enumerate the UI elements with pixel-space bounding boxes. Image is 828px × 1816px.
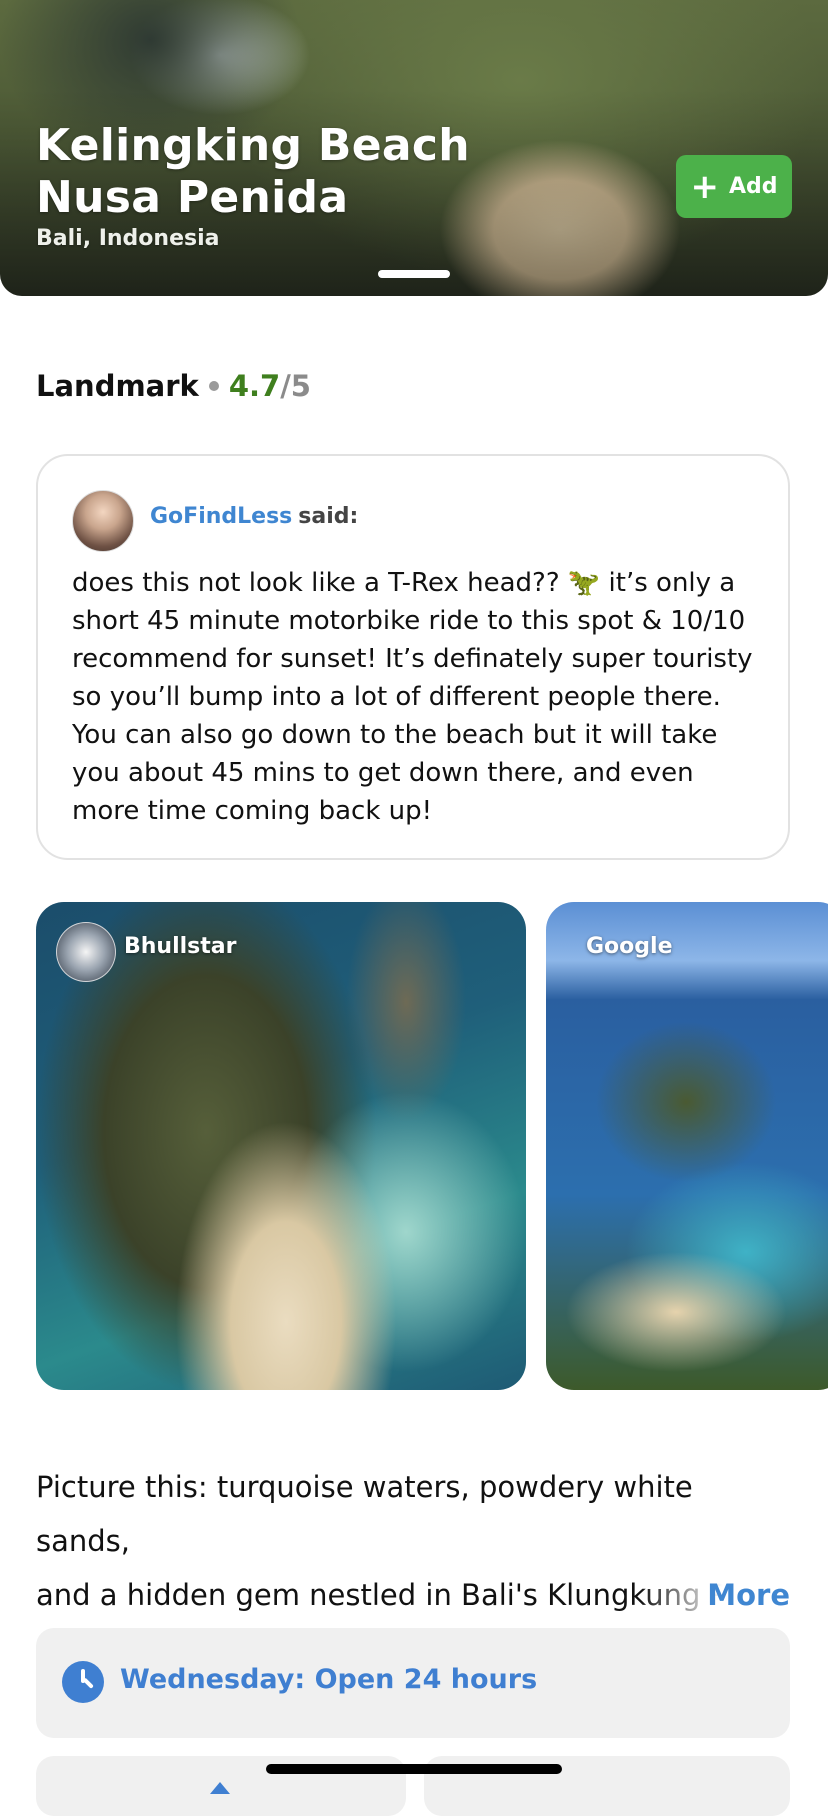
quote-text: does this not look like a T-Rex head?? 🦖… [72, 568, 753, 826]
avatar[interactable] [72, 490, 134, 552]
place-location: Bali, Indonesia [36, 226, 220, 251]
quote-username[interactable]: GoFindLess [150, 504, 292, 529]
place-title-line1: Kelingking Beach [36, 120, 470, 171]
clock-icon [62, 1661, 104, 1703]
user-quote-card: GoFindLess said: does this not look like … [36, 454, 790, 860]
place-title: Kelingking Beach Nusa Penida [36, 120, 556, 224]
hours-text: Wednesday: Open 24 hours [120, 1664, 538, 1695]
description-line2-wrap: and a hidden gem nestled in Bali's Klung… [36, 1568, 790, 1622]
add-button[interactable]: + Add [676, 155, 792, 218]
place-title-line2: Nusa Penida [36, 172, 349, 223]
photo-card[interactable]: Google [546, 902, 828, 1390]
opening-hours[interactable]: Wednesday: Open 24 hours [36, 1628, 790, 1738]
sheet-handle[interactable] [378, 270, 450, 278]
separator-dot [208, 381, 219, 391]
quote-header: GoFindLess said: [150, 504, 358, 529]
more-button[interactable]: More [707, 1568, 790, 1622]
category-label: Landmark [36, 369, 199, 403]
description-line1: Picture this: turquoise waters, powdery … [36, 1470, 693, 1558]
rating-value: 4.7 [228, 369, 281, 403]
directions-icon [210, 1782, 230, 1794]
home-indicator[interactable] [266, 1764, 562, 1774]
photo-source-label: Google [586, 934, 673, 959]
add-button-label: Add [728, 174, 778, 199]
place-meta: Landmark 4.7 /5 [36, 366, 311, 406]
plus-icon: + [690, 166, 719, 207]
rating-max: /5 [280, 369, 311, 403]
photo-card[interactable]: Bhullstar [36, 902, 526, 1390]
place-description: Picture this: turquoise waters, powdery … [36, 1460, 790, 1622]
photo-source-label: Bhullstar [124, 934, 237, 959]
source-avatar [56, 922, 116, 982]
quote-said: said: [298, 504, 359, 529]
